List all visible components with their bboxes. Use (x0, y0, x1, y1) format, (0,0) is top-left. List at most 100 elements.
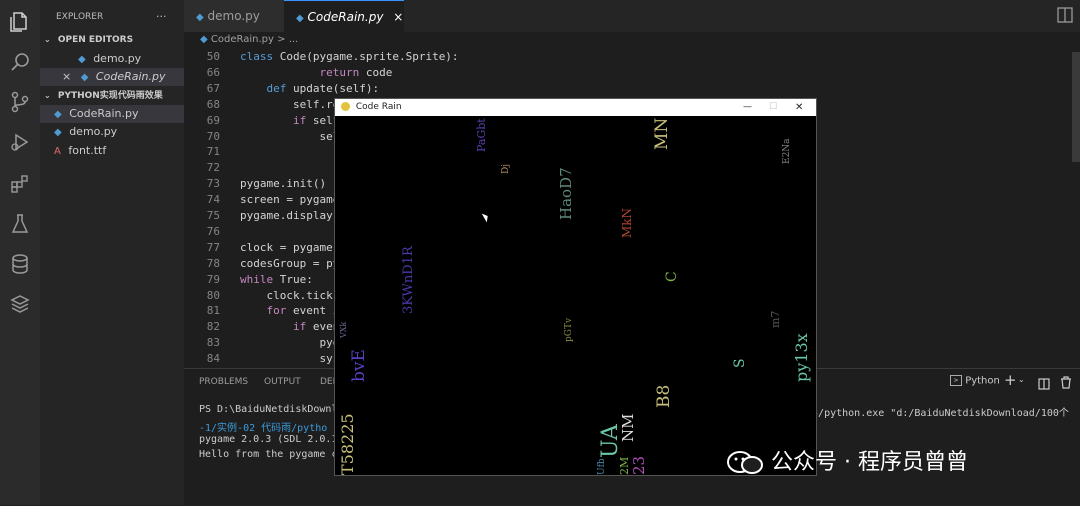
code-line: pygame.init() (240, 177, 327, 191)
rain-glyph-column: T58225 (338, 413, 357, 475)
window-title: Code Rain (355, 102, 402, 112)
python-file-icon: ◆ (296, 13, 304, 24)
window-titlebar[interactable]: Code Rain — ☐ ✕ (335, 99, 816, 116)
new-terminal-button[interactable]: + (1004, 371, 1017, 389)
close-icon[interactable]: × (62, 70, 71, 83)
code-line: self.re (240, 97, 340, 111)
close-button[interactable]: ✕ (795, 99, 803, 116)
tab-label: CodeRain.py (307, 10, 384, 24)
python-file-icon: ◆ (196, 12, 204, 23)
open-editor-item[interactable]: ◆ demo.py (40, 50, 184, 68)
line-number: 66 (206, 65, 220, 79)
python-file-icon: ◆ (54, 109, 62, 120)
line-number: 71 (206, 145, 220, 159)
file-item-selected[interactable]: ◆ CodeRain.py (40, 105, 184, 123)
line-number: 70 (206, 129, 220, 143)
mouse-cursor-icon (481, 211, 491, 223)
terminal-line: pygame 2.0.3 (SDL 2.0.1 (199, 434, 338, 445)
python-file-icon: ◆ (80, 72, 89, 83)
line-number: 73 (206, 177, 220, 191)
code-line: def update(self): (266, 81, 380, 95)
watermark-text: 公众号 · 程序员曾曾 (771, 450, 968, 475)
tab-problems[interactable]: PROBLEMS (199, 377, 248, 387)
rain-glyph-column: HaoD7 (557, 167, 575, 220)
split-terminal-icon[interactable] (1038, 375, 1050, 390)
file-name: CodeRain.py (69, 107, 139, 120)
rain-glyph-column: py13x (792, 333, 811, 382)
code-line: codesGroup = py (240, 256, 340, 270)
line-number: 80 (206, 288, 220, 302)
chevron-down-icon[interactable]: ⌄ (1018, 375, 1025, 384)
terminal-line: PS D:\BaiduNetdiskDownl (199, 404, 338, 415)
code-line: return code (319, 65, 393, 79)
rain-glyph-column: bvE (349, 349, 369, 382)
line-number: 84 (206, 352, 220, 366)
minimize-button[interactable]: — (743, 99, 752, 116)
testing-flask-icon[interactable] (8, 212, 32, 236)
tab-output[interactable]: OUTPUT (264, 377, 301, 387)
rain-glyph-column: C (664, 271, 680, 282)
file-name: font.ttf (68, 144, 107, 157)
line-number: 76 (206, 224, 220, 238)
line-number: 74 (206, 193, 220, 207)
extensions-icon[interactable] (8, 172, 32, 196)
minimap[interactable] (1072, 52, 1080, 162)
code-line: class Code(pygame.sprite.Sprite): (240, 50, 459, 63)
breadcrumb-rest[interactable]: ... (289, 34, 299, 45)
project-folder-header[interactable]: ⌄ PYTHON实现代码雨效果 (40, 87, 184, 105)
search-icon[interactable] (8, 50, 32, 74)
file-item[interactable]: A font.ttf (40, 142, 184, 160)
wechat-watermark: 公众号 · 程序员曾曾 (726, 444, 968, 478)
source-control-icon[interactable] (8, 90, 32, 114)
code-line: pygame.display. (240, 209, 340, 222)
rain-glyph-column: Dj (501, 163, 511, 174)
split-editor-icon[interactable] (1056, 6, 1074, 24)
line-number: 68 (206, 97, 220, 111)
pygame-window[interactable]: Code Rain — ☐ ✕ PaGbt Dj HaoD7 MN E2Na MkN C 3K… (334, 98, 817, 476)
shell-label: Python (965, 375, 1000, 387)
run-debug-icon[interactable] (8, 130, 32, 154)
terminal-line: Hello from the pygame c (199, 449, 338, 460)
rain-glyph-column: m7 (769, 310, 782, 328)
line-number: 75 (206, 209, 220, 222)
rain-glyph-column: MkN (620, 207, 634, 238)
tab-coderain[interactable]: ◆ CodeRain.py × (284, 0, 404, 33)
code-rain-canvas[interactable]: PaGbt Dj HaoD7 MN E2Na MkN C 3KWnD1R bvE VXk pGTv B… (335, 116, 816, 475)
rain-glyph-column: B8 (654, 384, 674, 408)
open-editors-header[interactable]: ⌄ OPEN EDITORS (40, 31, 184, 49)
tab-demo[interactable]: ◆ demo.py (184, 0, 284, 32)
wechat-logo-icon (726, 450, 764, 476)
code-line: sys (240, 352, 340, 366)
line-number: 77 (206, 240, 220, 254)
line-number: 81 (206, 304, 220, 318)
terminal-shell-selector[interactable]: > Python (950, 375, 1000, 387)
files-icon[interactable] (8, 10, 32, 34)
line-number: 67 (206, 81, 220, 95)
python-file-icon: ◆ (54, 127, 62, 138)
rain-glyph-column: S (732, 358, 748, 368)
breadcrumb-file[interactable]: CodeRain.py (211, 34, 274, 45)
explorer-title: EXPLORER (56, 12, 104, 22)
file-item[interactable]: ◆ demo.py (40, 123, 184, 141)
chevron-down-icon: ⌄ (44, 35, 51, 44)
trash-icon[interactable] (1060, 374, 1072, 389)
database-icon[interactable] (8, 252, 32, 276)
open-editor-item-active[interactable]: × ◆ CodeRain.py (40, 68, 184, 86)
rain-glyph-column: PaGbt (475, 118, 488, 152)
tab-close-icon[interactable]: × (393, 10, 403, 24)
rain-glyph-column: VXk (339, 321, 348, 338)
tab-label: demo.py (207, 9, 260, 23)
rain-glyph-column: Ufb (597, 458, 607, 475)
layers-icon[interactable] (8, 292, 32, 316)
editor-tab-bar: ◆ demo.py ◆ CodeRain.py × (184, 0, 1080, 33)
rain-glyph-column: MN (652, 117, 672, 150)
terminal-line: -1/实例-02 代码雨/pytho (199, 423, 328, 434)
more-actions-icon[interactable]: ··· (156, 8, 176, 26)
code-line: screen = pygame (240, 193, 340, 207)
line-number: 79 (206, 272, 220, 286)
python-file-icon: ◆ (78, 54, 86, 65)
code-line: sel (240, 129, 340, 143)
font-file-icon: A (54, 146, 61, 157)
maximize-button[interactable]: ☐ (769, 99, 777, 116)
line-number: 78 (206, 256, 220, 270)
